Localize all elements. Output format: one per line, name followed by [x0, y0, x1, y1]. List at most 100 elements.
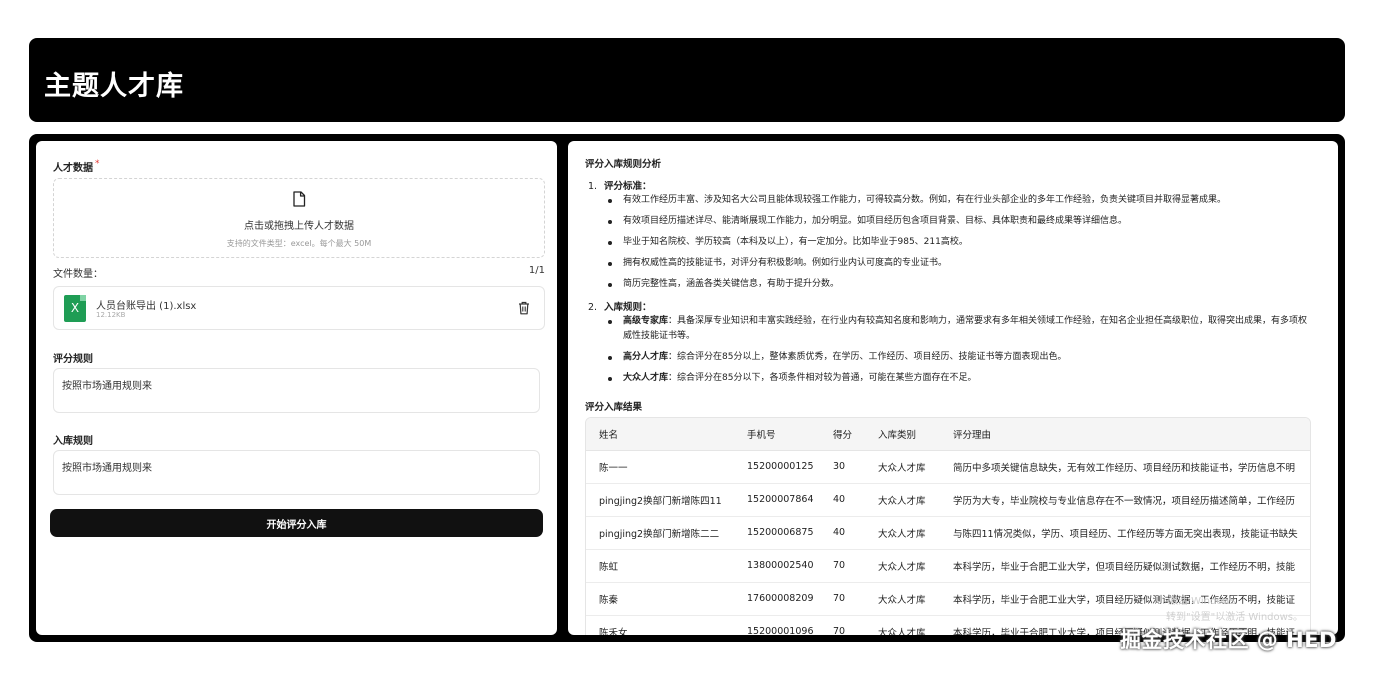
file-name: 人员台账导出 (1).xlsx	[96, 301, 197, 312]
tier-name: 高级专家库	[623, 316, 669, 326]
column-header-name: 姓名	[586, 418, 734, 451]
table-header-row: 姓名 手机号 得分 入库类别 评分理由	[586, 418, 1310, 451]
list-item: 毕业于知名院校、学历较高（本科及以上），有一定加分。比如毕业于985、211高校…	[608, 235, 1308, 250]
list-item-text: 拥有权威性高的技能证书，对评分有积极影响。例如行业内认可度高的专业证书。	[623, 258, 948, 268]
start-scoring-button[interactable]: 开始评分入库	[50, 509, 543, 537]
bullet-dot	[608, 356, 612, 360]
cell-category: 大众人才库	[865, 615, 940, 635]
bullet-dot	[608, 320, 612, 324]
cell-name: 陈一一	[586, 450, 734, 484]
cell-reason: 学历为大专，毕业院校与专业信息存在不一致情况，项目经历描述简单，工作经历	[940, 483, 1310, 517]
bullet-dot	[608, 262, 612, 266]
list-item: 高级专家库：具备深厚专业知识和丰富实践经验，在行业内有较高知名度和影响力，通常要…	[608, 314, 1308, 344]
score-rule-input[interactable]: 按照市场通用规则来	[53, 368, 540, 413]
page-title: 主题人才库	[44, 71, 184, 102]
cell-name: pingjing2换部门新增陈四11	[586, 483, 734, 517]
list-item: 有效工作经历丰富、涉及知名大公司且能体现较强工作能力，可得较高分数。例如，有在行…	[608, 193, 1308, 208]
main-container: 人才数据 * 点击或拖拽上传人才数据 支持的文件类型：excel。每个最大 50M…	[29, 134, 1345, 642]
cell-reason: 与陈四11情况类似，学历、项目经历、工作经历等方面无突出表现，技能证书缺失	[940, 516, 1310, 550]
entry-rule-label: 入库规则	[53, 436, 93, 447]
juejin-watermark: 掘金技术社区 @ HED	[1120, 628, 1337, 652]
section-number: 1.	[588, 181, 598, 192]
windows-activation-watermark: 激活 Windows	[1168, 596, 1236, 607]
cell-phone: 15200006875	[734, 516, 820, 550]
cell-category: 大众人才库	[865, 549, 940, 583]
cell-category: 大众人才库	[865, 450, 940, 484]
score-rule-label: 评分规则	[53, 354, 93, 365]
bullet-dot	[608, 220, 612, 224]
column-header-score: 得分	[820, 418, 865, 451]
upload-hint: 支持的文件类型：excel。每个最大 50M	[226, 239, 372, 248]
cell-phone: 15200007864	[734, 483, 820, 517]
cell-reason: 简历中多项关键信息缺失，无有效工作经历、项目经历和技能证书，学历信息不明	[940, 450, 1310, 484]
cell-name: 陈禾女	[586, 615, 734, 635]
cell-score: 70	[820, 615, 865, 635]
upload-text: 点击或拖拽上传人才数据	[244, 221, 354, 232]
list-item: 有效项目经历描述详尽、能清晰展现工作能力，加分明显。如项目经历包含项目背景、目标…	[608, 214, 1308, 229]
file-upload-dropzone[interactable]: 点击或拖拽上传人才数据 支持的文件类型：excel。每个最大 50M	[53, 178, 545, 258]
list-item-text: 有效工作经历丰富、涉及知名大公司且能体现较强工作能力，可得较高分数。例如，有在行…	[623, 195, 1227, 205]
list-item: 简历完整性高，涵盖各类关键信息，有助于提升分数。	[608, 277, 1308, 292]
table-row: 陈一一 15200000125 30 大众人才库 简历中多项关键信息缺失，无有效…	[586, 450, 1310, 484]
required-mark: *	[95, 159, 100, 169]
cell-name: pingjing2换部门新增陈二二	[586, 516, 734, 550]
form-panel: 人才数据 * 点击或拖拽上传人才数据 支持的文件类型：excel。每个最大 50M…	[36, 141, 557, 635]
list-item-text: 有效项目经历描述详尽、能清晰展现工作能力，加分明显。如项目经历包含项目背景、目标…	[623, 216, 1128, 226]
file-count-value: 1/1	[528, 265, 545, 276]
file-count-label: 文件数量：	[53, 269, 103, 280]
result-title: 评分入库结果	[585, 402, 643, 413]
cell-score: 30	[820, 450, 865, 484]
file-size: 12.12KB	[96, 311, 126, 319]
tier-description: ：具备深厚专业知识和丰富实践经验，在行业内有较高知名度和影响力，通常要求有多年相…	[623, 316, 1308, 341]
cell-score: 40	[820, 516, 865, 550]
trash-icon[interactable]	[518, 301, 530, 315]
list-item: 拥有权威性高的技能证书，对评分有积极影响。例如行业内认可度高的专业证书。	[608, 256, 1308, 271]
bullet-dot	[608, 241, 612, 245]
result-panel: 评分入库规则分析 1. 评分标准： 有效工作经历丰富、涉及知名大公司且能体现较强工…	[568, 141, 1338, 635]
section-heading: 评分标准：	[604, 181, 652, 192]
uploaded-file-item: X 人员台账导出 (1).xlsx 12.12KB	[53, 286, 545, 330]
cell-name: 陈虹	[586, 549, 734, 583]
column-header-reason: 评分理由	[940, 418, 1310, 451]
list-item: 高分人才库：综合评分在85分以上，整体素质优秀，在学历、工作经历、项目经历、技能…	[608, 350, 1308, 365]
tier-name: 高分人才库	[623, 352, 669, 362]
cell-name: 陈秦	[586, 582, 734, 616]
cell-phone: 13800002540	[734, 549, 820, 583]
section-entry-rule: 2. 入库规则：	[588, 299, 652, 313]
section-number: 2.	[588, 302, 598, 313]
list-item: 大众人才库：综合评分在85分以下，各项条件相对较为普通，可能在某些方面存在不足。	[608, 371, 1308, 386]
talent-data-label-text: 人才数据	[53, 163, 93, 174]
entry-rule-input[interactable]: 按照市场通用规则来	[53, 450, 540, 495]
windows-activation-hint: 转到"设置"以激活 Windows。	[1166, 612, 1304, 623]
list-item-text: 简历完整性高，涵盖各类关键信息，有助于提升分数。	[623, 279, 840, 289]
list-item-text: 毕业于知名院校、学历较高（本科及以上），有一定加分。比如毕业于985、211高校…	[623, 237, 968, 247]
column-header-phone: 手机号	[734, 418, 820, 451]
app-header: 主题人才库	[29, 38, 1345, 122]
analysis-title: 评分入库规则分析	[585, 159, 662, 170]
cell-phone: 17600008209	[734, 582, 820, 616]
excel-file-icon-fold	[80, 295, 86, 301]
bullet-dot	[608, 377, 612, 381]
table-row: pingjing2换部门新增陈二二 15200006875 40 大众人才库 与…	[586, 516, 1310, 550]
tier-description: ：综合评分在85分以上，整体素质优秀，在学历、工作经历、项目经历、技能证书等方面…	[668, 352, 1067, 362]
file-icon	[293, 191, 306, 207]
talent-data-label: 人才数据 *	[53, 159, 100, 174]
cell-score: 40	[820, 483, 865, 517]
cell-score: 70	[820, 549, 865, 583]
section-heading: 入库规则：	[604, 302, 652, 313]
table-row: pingjing2换部门新增陈四11 15200007864 40 大众人才库 …	[586, 483, 1310, 517]
cell-reason: 本科学历，毕业于合肥工业大学，但项目经历疑似测试数据，工作经历不明，技能	[940, 549, 1310, 583]
excel-file-icon-letter: X	[70, 301, 80, 315]
cell-category: 大众人才库	[865, 516, 940, 550]
column-header-category: 入库类别	[865, 418, 940, 451]
cell-category: 大众人才库	[865, 483, 940, 517]
cell-phone: 15200001096	[734, 615, 820, 635]
section-score-standard: 1. 评分标准：	[588, 178, 652, 192]
cell-category: 大众人才库	[865, 582, 940, 616]
cell-phone: 15200000125	[734, 450, 820, 484]
cell-score: 70	[820, 582, 865, 616]
tier-description: ：综合评分在85分以下，各项条件相对较为普通，可能在某些方面存在不足。	[668, 373, 977, 383]
excel-file-icon: X	[64, 295, 86, 322]
tier-name: 大众人才库	[623, 373, 669, 383]
table-row: 陈虹 13800002540 70 大众人才库 本科学历，毕业于合肥工业大学，但…	[586, 549, 1310, 583]
